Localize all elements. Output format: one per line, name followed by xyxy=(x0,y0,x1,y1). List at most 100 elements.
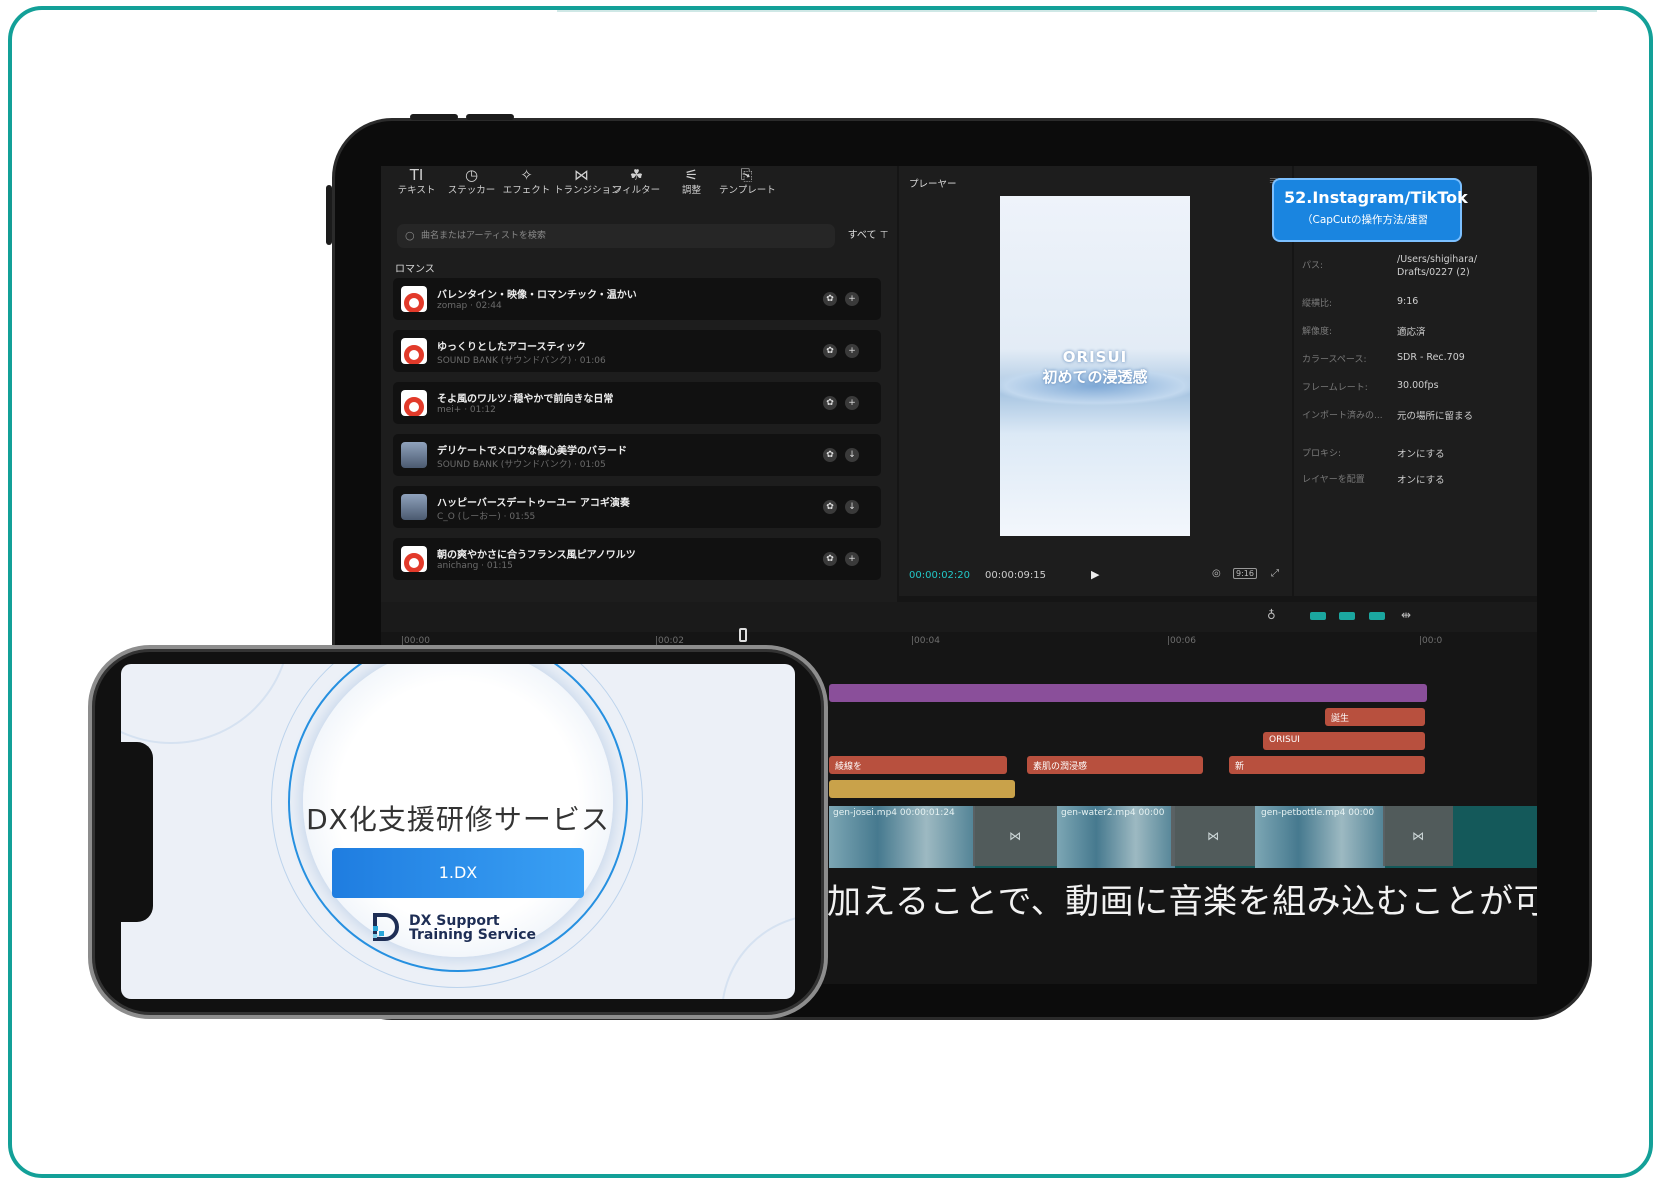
tool-sticker[interactable]: ◷ ステッカー xyxy=(444,166,499,214)
search-icon: ○ xyxy=(405,229,415,242)
song-item[interactable]: 朝の爽やかさに合うフランス風ピアノワルツ anichang · 01:15 ✿ … xyxy=(393,538,881,580)
info-value: 30.00fps xyxy=(1397,380,1439,391)
timeline-toolbar: ♁ ⇹ xyxy=(381,602,1537,632)
favorite-icon[interactable]: ✿ xyxy=(823,500,837,514)
text-clip[interactable]: 綾線を xyxy=(829,756,1007,774)
favorite-icon[interactable]: ✿ xyxy=(823,448,837,462)
fullscreen-icon[interactable]: ⤢ xyxy=(1271,568,1279,579)
text-icon: TI xyxy=(409,166,424,184)
text-clip[interactable]: 誕生 xyxy=(1325,708,1425,726)
time-tick: |00:06 xyxy=(1167,636,1196,646)
info-value[interactable]: オンにする xyxy=(1397,446,1445,460)
favorite-icon[interactable]: ✿ xyxy=(823,344,837,358)
total-time: 00:00:09:15 xyxy=(985,570,1047,581)
tablet-top-button xyxy=(466,114,514,120)
music-search-input[interactable]: ○ 曲名またはアーティストを検索 xyxy=(397,224,835,248)
transition-icon[interactable]: ⋈ xyxy=(973,806,1057,866)
tool-template[interactable]: ⎘ テンプレート xyxy=(719,166,776,214)
info-value: /Users/shigihara/ xyxy=(1397,254,1478,265)
info-label: プロキシ: xyxy=(1302,449,1342,459)
phone-screen: DX化支援研修サービス 1.DX DX Support Training Ser… xyxy=(121,664,795,999)
tool-adjust[interactable]: ⚟ 調整 xyxy=(664,166,719,214)
download-icon[interactable]: ↓ xyxy=(845,500,859,514)
decor-arc xyxy=(721,914,795,999)
video-title-line1: ORISUI xyxy=(1062,348,1128,366)
song-title: デリケートでメロウな傷心美学のバラード xyxy=(437,446,627,457)
tablet-top-button xyxy=(410,114,458,120)
info-label: レイヤーを配置 xyxy=(1302,475,1365,485)
info-value: 9:16 xyxy=(1397,296,1419,307)
favorite-icon[interactable]: ✿ xyxy=(823,292,837,306)
song-title: ハッピーバースデートゥーユー アコギ演奏 xyxy=(437,498,630,509)
search-placeholder: 曲名またはアーティストを検索 xyxy=(421,231,546,241)
song-title: バレンタイン・映像・ロマンチック・温かい xyxy=(437,290,637,301)
info-label: 縦横比: xyxy=(1302,299,1333,309)
info-label: カラースペース: xyxy=(1302,355,1367,365)
current-time: 00:00:02:20 xyxy=(909,570,971,581)
effect-clip[interactable] xyxy=(829,780,1015,798)
caption-subtitle: 加えることで、動画に音楽を組み込むことが可能です。 xyxy=(827,882,1537,922)
song-item[interactable]: そよ風のワルツ♪穏やかで前向きな日常 mei+ · 01:12 ✿ + xyxy=(393,382,881,424)
filter-icon: ☘ xyxy=(629,166,644,184)
song-item[interactable]: デリケートでメロウな傷心美学のバラード SOUND BANK (サウンドバンク)… xyxy=(393,434,881,476)
transition-icon: ⋈ xyxy=(574,166,589,184)
decor-arc xyxy=(121,664,291,744)
link-icon[interactable] xyxy=(1339,612,1355,620)
video-preview[interactable]: ORISUI 初めての浸透感 xyxy=(1000,196,1190,536)
split-icon[interactable]: ⇹ xyxy=(1401,608,1411,622)
favorite-icon[interactable]: ✿ xyxy=(823,552,837,566)
add-icon[interactable]: + xyxy=(845,552,859,566)
tool-text[interactable]: TI テキスト xyxy=(389,166,444,214)
logo-text: DX Support xyxy=(409,913,500,929)
course-badge-title: 52.Instagram/TikTok xyxy=(1284,188,1468,207)
video-clip-label: gen-josei.mp4 00:00:01:24 xyxy=(833,808,955,818)
song-item[interactable]: ハッピーバースデートゥーユー アコギ演奏 C_O (しーおー) · 01:55 … xyxy=(393,486,881,528)
audio-clip[interactable] xyxy=(829,684,1427,702)
link-icon[interactable] xyxy=(1369,612,1385,620)
add-icon[interactable]: + xyxy=(845,396,859,410)
sticker-icon: ◷ xyxy=(464,166,479,184)
ratio-button[interactable]: 9:16 xyxy=(1233,568,1257,579)
microphone-icon[interactable]: ♁ xyxy=(1267,608,1276,622)
tool-transition[interactable]: ⋈ トランジション xyxy=(554,166,621,214)
play-icon[interactable]: ▶ xyxy=(1091,568,1099,581)
tool-effect[interactable]: ✧ エフェクト xyxy=(499,166,554,214)
link-icon[interactable] xyxy=(1310,612,1326,620)
tool-filter[interactable]: ☘ フィルター xyxy=(609,166,664,214)
video-title-line2: 初めての浸透感 xyxy=(1042,368,1148,386)
video-clip-label: gen-petbottle.mp4 00:00 xyxy=(1261,808,1375,818)
info-label: 解像度: xyxy=(1302,327,1333,337)
dx-button[interactable]: 1.DX xyxy=(332,848,584,898)
transition-icon[interactable]: ⋈ xyxy=(1171,806,1255,866)
filter-all-button[interactable]: すべて ⊤ xyxy=(846,224,890,248)
song-artwork xyxy=(401,286,427,312)
song-item[interactable]: バレンタイン・映像・ロマンチック・温かい zomap · 02:44 ✿ + xyxy=(393,278,881,320)
video-clip-label: gen-water2.mp4 00:00 xyxy=(1061,808,1165,818)
song-title: ゆっくりとしたアコースティック xyxy=(437,342,586,353)
info-value: 元の場所に留まる xyxy=(1397,411,1474,422)
time-tick: |00:0 xyxy=(1419,636,1443,646)
favorite-icon[interactable]: ✿ xyxy=(823,396,837,410)
category-heading: ロマンス xyxy=(395,264,435,275)
playhead[interactable] xyxy=(739,628,747,642)
dx-logo-icon xyxy=(373,913,399,941)
song-item[interactable]: ゆっくりとしたアコースティック SOUND BANK (サウンドバンク) · 0… xyxy=(393,330,881,372)
add-icon[interactable]: + xyxy=(845,344,859,358)
song-artwork xyxy=(401,442,427,468)
time-tick: |00:04 xyxy=(911,636,940,646)
add-icon[interactable]: + xyxy=(845,292,859,306)
song-meta: SOUND BANK (サウンドバンク) · 01:05 xyxy=(437,460,606,470)
adjust-icon: ⚟ xyxy=(684,166,699,184)
transition-icon[interactable]: ⋈ xyxy=(1383,806,1453,866)
song-title: そよ風のワルツ♪穏やかで前向きな日常 xyxy=(437,394,614,405)
text-clip[interactable]: 素肌の潤浸感 xyxy=(1027,756,1203,774)
info-value: SDR - Rec.709 xyxy=(1397,352,1465,363)
text-clip[interactable]: ORISUI xyxy=(1263,732,1425,750)
song-meta: C_O (しーおー) · 01:55 xyxy=(437,512,536,522)
info-value[interactable]: オンにする xyxy=(1397,472,1445,486)
asset-toolbar: TI テキスト ◷ ステッカー ✧ エフェクト ⋈ トランジション ☘ フィルター ⚟ 調整… xyxy=(381,166,897,214)
text-clip[interactable]: 新 xyxy=(1229,756,1425,774)
song-artwork xyxy=(401,338,427,364)
download-icon[interactable]: ↓ xyxy=(845,448,859,462)
fit-icon[interactable]: ◎ xyxy=(1212,568,1221,579)
